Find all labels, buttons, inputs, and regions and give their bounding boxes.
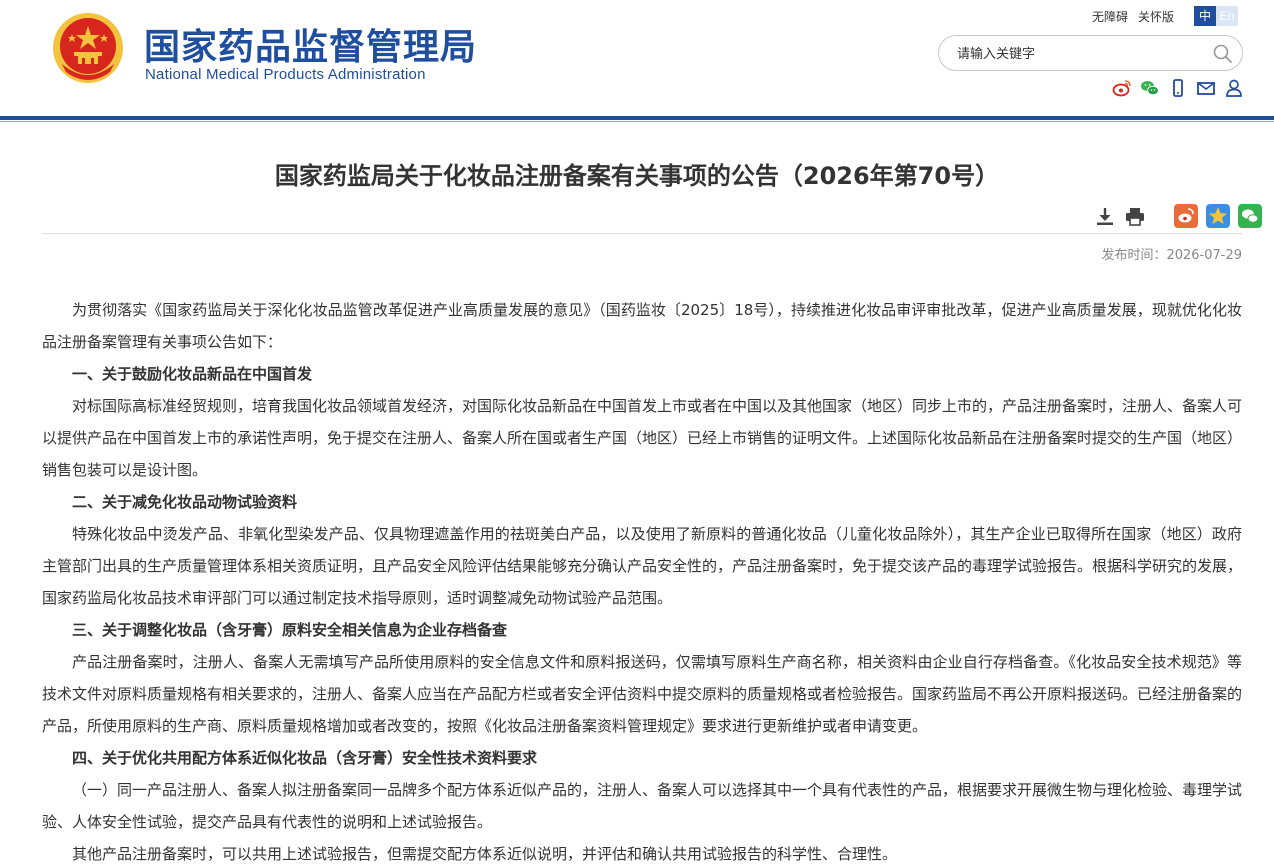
social-links xyxy=(1112,78,1244,98)
top-links: 无障碍 关怀版 xyxy=(1092,8,1174,25)
paragraph: 为贯彻落实《国家药监局关于深化化妆品监管改革促进产业高质量发展的意见》（国药监妆… xyxy=(42,301,1242,351)
site-header: 国家药品监督管理局 National Medical Products Admi… xyxy=(0,0,1274,116)
section-heading: 一、关于鼓励化妆品新品在中国首发 xyxy=(72,365,313,383)
print-icon[interactable] xyxy=(1124,205,1146,227)
site-title-en[interactable]: National Medical Products Administration xyxy=(145,66,426,83)
wechat-icon[interactable] xyxy=(1140,78,1160,98)
header-divider-thin xyxy=(0,121,1274,122)
title-divider xyxy=(42,233,1242,234)
lang-zh-button[interactable]: 中 xyxy=(1194,6,1216,26)
national-emblem-icon xyxy=(53,13,123,83)
share-qzone-icon[interactable] xyxy=(1206,204,1230,228)
search-input[interactable] xyxy=(957,44,1207,64)
lang-en-button[interactable]: En xyxy=(1216,6,1238,26)
article-title: 国家药监局关于化妆品注册备案有关事项的公告（2026年第70号） xyxy=(274,162,1000,190)
paragraph: 产品注册备案时，注册人、备案人无需填写产品所使用原料的安全信息文件和原料报送码，… xyxy=(42,653,1243,735)
user-icon[interactable] xyxy=(1224,78,1244,98)
section-heading: 三、关于调整化妆品（含牙膏）原料安全相关信息为企业存档备查 xyxy=(72,621,508,639)
paragraph: 对标国际高标准经贸规则，培育我国化妆品领域首发经济，对国际化妆品新品在中国首发上… xyxy=(42,397,1243,479)
care-mode-link[interactable]: 关怀版 xyxy=(1138,8,1174,25)
weibo-icon[interactable] xyxy=(1112,78,1132,98)
mobile-icon[interactable] xyxy=(1168,78,1188,98)
section-heading: 四、关于优化共用配方体系近似化妆品（含牙膏）安全性技术资料要求 xyxy=(72,749,538,767)
search-box xyxy=(938,35,1243,71)
mail-icon[interactable] xyxy=(1196,78,1216,98)
article-tools xyxy=(1094,204,1262,228)
accessibility-link[interactable]: 无障碍 xyxy=(1092,8,1128,25)
site-title[interactable]: 国家药品监督管理局 xyxy=(144,18,477,70)
paragraph: （一）同一产品注册人、备案人拟注册备案同一品牌多个配方体系近似产品的，注册人、备… xyxy=(42,781,1243,831)
paragraph: 特殊化妆品中烫发产品、非氧化型染发产品、仅具物理遮盖作用的祛斑美白产品，以及使用… xyxy=(42,525,1243,607)
section-heading: 二、关于减免化妆品动物试验资料 xyxy=(72,493,298,511)
publish-time: 发布时间：2026-07-29 xyxy=(1101,248,1242,263)
article-body: 为贯彻落实《国家药监局关于深化化妆品监管改革促进产业高质量发展的意见》（国药监妆… xyxy=(42,294,1242,868)
paragraph: 其他产品注册备案时，可以共用上述试验报告，但需提交配方体系近似说明，并评估和确认… xyxy=(72,845,898,863)
share-weibo-icon[interactable] xyxy=(1174,204,1198,228)
language-switch: 中 En xyxy=(1194,6,1238,26)
share-wechat-icon[interactable] xyxy=(1238,204,1262,228)
download-icon[interactable] xyxy=(1094,205,1116,227)
header-divider xyxy=(0,116,1274,120)
search-icon[interactable] xyxy=(1212,43,1234,65)
